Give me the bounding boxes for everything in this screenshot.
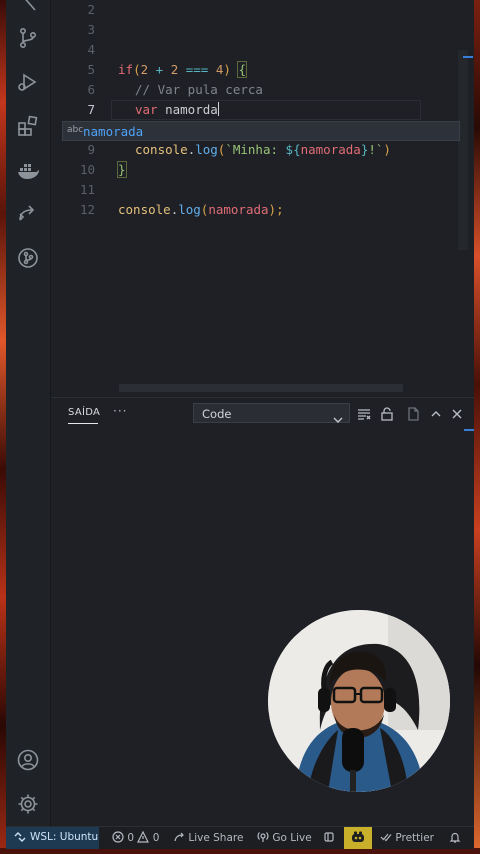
line-number-active: 7	[87, 102, 95, 117]
notifications-bell-icon[interactable]	[449, 831, 461, 844]
close-panel-icon[interactable]	[450, 406, 464, 420]
line-number: 9	[87, 142, 95, 157]
keyword-var: var	[135, 102, 158, 117]
identifier-console: console	[118, 202, 171, 217]
autocomplete-suggestion[interactable]: abc namorada	[62, 121, 460, 141]
explorer-icon[interactable]	[16, 0, 40, 14]
method-log: log	[178, 202, 201, 217]
error-icon	[112, 831, 124, 843]
run-debug-icon[interactable]	[16, 70, 40, 94]
source-control-icon[interactable]	[16, 26, 40, 50]
git-graph-icon[interactable]	[16, 246, 40, 270]
code-line-9[interactable]: console.log(`Minha: ${namorada}!`)	[135, 142, 391, 157]
text-cursor	[217, 102, 219, 116]
error-count: 0	[127, 832, 135, 844]
overview-ruler-marker	[463, 56, 473, 58]
line-number: 10	[79, 162, 95, 177]
go-live-button[interactable]: Go Live	[257, 831, 312, 844]
method-log: log	[195, 142, 218, 157]
warning-icon	[137, 830, 150, 843]
live-share-label: Live Share	[188, 832, 244, 844]
go-live-label: Go Live	[272, 832, 312, 844]
line-number: 5	[87, 62, 95, 77]
output-channel-value: Code	[202, 407, 232, 421]
accounts-icon[interactable]	[16, 748, 40, 772]
activity-bar	[6, 0, 51, 826]
remote-explorer-icon[interactable]	[16, 202, 40, 226]
line-number: 3	[87, 22, 95, 37]
code-line-10[interactable]: }	[117, 161, 127, 178]
identifier: namorada	[300, 142, 361, 157]
template-string: `Minha:	[225, 142, 286, 157]
broadcast-icon	[257, 832, 269, 842]
live-share-icon	[174, 832, 184, 842]
code-editor[interactable]: 2 3 4 5 6 7 8 9 10 11 12 if(2 + 2 === 4)…	[51, 0, 474, 396]
output-channel-select[interactable]: Code	[193, 403, 350, 423]
paren: )	[383, 142, 391, 157]
code-line-6[interactable]: // Var pula cerca	[135, 82, 263, 97]
line-number: 6	[87, 82, 95, 97]
code-line-5[interactable]: if(2 + 2 === 4) {	[118, 61, 247, 78]
remote-label: WSL: Ubuntu	[30, 831, 99, 843]
remote-indicator[interactable]: WSL: Ubuntu	[6, 827, 99, 849]
text-suggestion-icon: abc	[67, 125, 84, 135]
warning-count: 0	[152, 832, 160, 844]
prettier-label: Prettier	[395, 832, 434, 844]
paren: );	[268, 202, 284, 217]
code-line-12[interactable]: console.log(namorada);	[118, 202, 284, 217]
paren: )	[223, 62, 239, 77]
brace-open: {	[237, 61, 247, 78]
identifier: namorada	[208, 202, 269, 217]
number: 2	[140, 62, 149, 77]
panel-scroll-marker	[464, 429, 474, 431]
panel-more-button[interactable]: ···	[113, 404, 127, 418]
open-log-file-icon[interactable]	[406, 406, 420, 421]
copilot-button[interactable]	[344, 827, 372, 849]
tab-output[interactable]: SAÍDA	[68, 407, 100, 418]
status-bar: WSL: Ubuntu 0 0 Live Share Go Live Prett…	[6, 826, 474, 849]
copilot-icon	[351, 831, 365, 845]
template-open: ${	[285, 142, 301, 157]
identifier: namorda	[157, 102, 218, 117]
prettier-button[interactable]: Prettier	[380, 831, 434, 844]
operator: +	[148, 62, 171, 77]
suggestion-label: namorada	[83, 124, 144, 139]
webcam-overlay	[268, 610, 450, 792]
active-tab-indicator	[68, 423, 98, 424]
chevron-down-icon	[333, 409, 343, 428]
operator: ===	[178, 62, 216, 77]
docker-icon[interactable]	[16, 158, 40, 182]
presenter-video	[268, 610, 450, 792]
paren: (	[133, 62, 141, 77]
extension-status-icon[interactable]	[323, 831, 335, 844]
line-number: 11	[79, 182, 95, 197]
line-number: 4	[87, 42, 95, 57]
double-check-icon	[380, 833, 392, 842]
video-frame-right	[474, 0, 480, 854]
extensions-icon[interactable]	[16, 114, 40, 138]
identifier-console: console	[135, 142, 188, 157]
comment: // Var pula cerca	[135, 82, 263, 97]
maximize-panel-icon[interactable]	[429, 406, 443, 420]
problems-indicator[interactable]: 0 0	[112, 830, 160, 844]
lock-icon[interactable]	[380, 406, 394, 421]
code-line-7[interactable]: var namorda	[135, 102, 219, 117]
settings-gear-icon[interactable]	[16, 792, 40, 816]
line-number: 12	[79, 202, 95, 217]
vertical-scrollbar[interactable]	[458, 50, 468, 250]
clear-output-icon[interactable]	[357, 406, 371, 420]
template-string: !`	[368, 142, 384, 157]
live-share-button[interactable]: Live Share	[173, 831, 243, 844]
remote-icon	[14, 831, 26, 844]
keyword-if: if	[118, 62, 134, 77]
brace-close: }	[117, 161, 127, 178]
line-number: 2	[87, 2, 95, 17]
horizontal-scrollbar[interactable]	[119, 384, 403, 392]
